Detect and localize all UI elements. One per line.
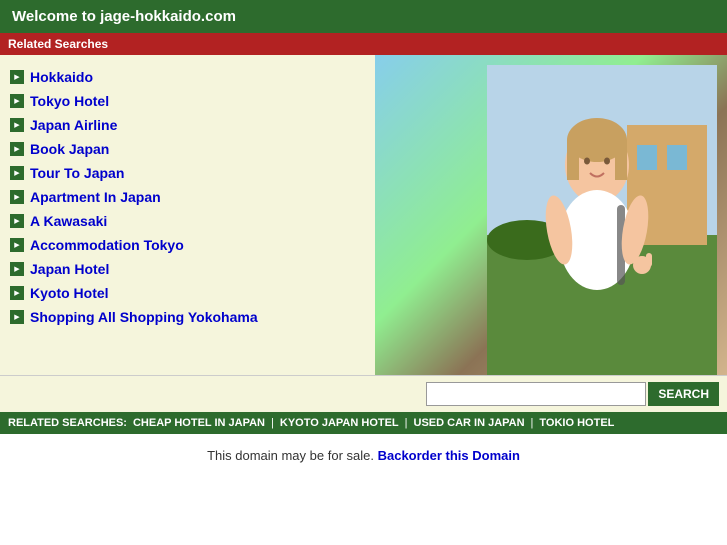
bullet-icon xyxy=(10,166,24,180)
bullet-icon xyxy=(10,94,24,108)
link-anchor[interactable]: Tour To Japan xyxy=(30,165,124,181)
bottom-related-link[interactable]: KYOTO JAPAN HOTEL xyxy=(280,417,399,429)
bullet-icon xyxy=(10,310,24,324)
image-column xyxy=(375,55,727,375)
list-item: Accommodation Tokyo xyxy=(8,233,367,257)
link-anchor[interactable]: Tokyo Hotel xyxy=(30,93,109,109)
bottom-related-link[interactable]: TOKIO HOTEL xyxy=(539,417,614,429)
list-item: A Kawasaki xyxy=(8,209,367,233)
separator: | xyxy=(405,417,408,429)
list-item: Hokkaido xyxy=(8,65,367,89)
related-searches-label: Related Searches xyxy=(8,37,108,51)
bullet-icon xyxy=(10,190,24,204)
bottom-related-link[interactable]: CHEAP HOTEL IN JAPAN xyxy=(133,417,265,429)
separator: | xyxy=(531,417,534,429)
bullet-icon xyxy=(10,214,24,228)
search-button[interactable]: SEARCH xyxy=(648,382,719,406)
bullet-icon xyxy=(10,142,24,156)
search-bar-row: SEARCH xyxy=(0,375,727,412)
list-item: Apartment In Japan xyxy=(8,185,367,209)
bullet-icon xyxy=(10,238,24,252)
hero-image xyxy=(375,55,727,375)
bullet-icon xyxy=(10,70,24,84)
footer: This domain may be for sale. Backorder t… xyxy=(0,434,727,477)
bullet-icon xyxy=(10,118,24,132)
list-item: Japan Hotel xyxy=(8,257,367,281)
list-item: Tour To Japan xyxy=(8,161,367,185)
list-item: Shopping All Shopping Yokohama xyxy=(8,305,367,329)
link-anchor[interactable]: A Kawasaki xyxy=(30,213,107,229)
bottom-related-bar: RELATED SEARCHES: CHEAP HOTEL IN JAPAN | KY… xyxy=(0,412,727,434)
link-anchor[interactable]: Book Japan xyxy=(30,141,109,157)
link-anchor[interactable]: Japan Hotel xyxy=(30,261,109,277)
related-searches-bar: Related Searches xyxy=(0,33,727,55)
link-anchor[interactable]: Kyoto Hotel xyxy=(30,285,109,301)
link-anchor[interactable]: Japan Airline xyxy=(30,117,117,133)
link-anchor[interactable]: Apartment In Japan xyxy=(30,189,161,205)
bottom-related-label: RELATED SEARCHES: xyxy=(8,417,127,429)
list-item: Tokyo Hotel xyxy=(8,89,367,113)
list-item: Book Japan xyxy=(8,137,367,161)
bullet-icon xyxy=(10,286,24,300)
list-item: Kyoto Hotel xyxy=(8,281,367,305)
header-title: Welcome to jage-hokkaido.com xyxy=(12,8,236,25)
link-anchor[interactable]: Hokkaido xyxy=(30,69,93,85)
bottom-related-link[interactable]: USED CAR IN JAPAN xyxy=(414,417,525,429)
link-anchor[interactable]: Accommodation Tokyo xyxy=(30,237,184,253)
header-bar: Welcome to jage-hokkaido.com xyxy=(0,0,727,33)
footer-text: This domain may be for sale. xyxy=(207,448,374,463)
main-content: Hokkaido Tokyo Hotel Japan Airline Book … xyxy=(0,55,727,375)
search-input[interactable] xyxy=(426,382,646,406)
bullet-icon xyxy=(10,262,24,276)
list-item: Japan Airline xyxy=(8,113,367,137)
links-column: Hokkaido Tokyo Hotel Japan Airline Book … xyxy=(0,55,375,375)
backorder-link[interactable]: Backorder this Domain xyxy=(378,448,520,463)
separator: | xyxy=(271,417,274,429)
person-illustration xyxy=(487,65,717,375)
link-anchor[interactable]: Shopping All Shopping Yokohama xyxy=(30,309,258,325)
